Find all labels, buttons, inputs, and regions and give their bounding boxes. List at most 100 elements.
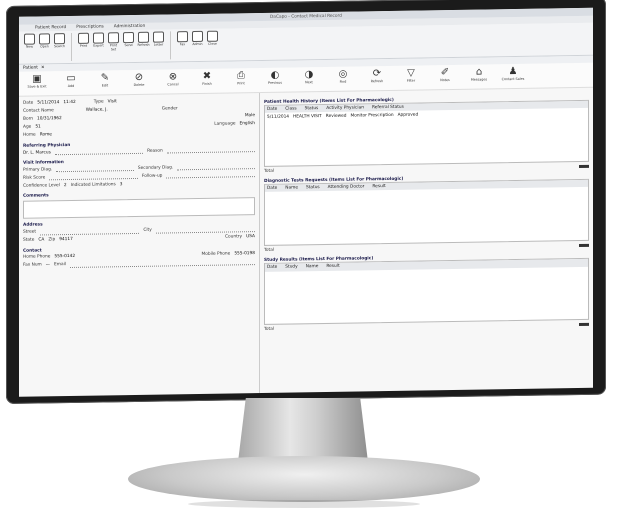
monitor-stand-base bbox=[128, 456, 480, 508]
panel3-scroll-handle[interactable] bbox=[579, 322, 589, 326]
ribbon-close-button[interactable]: Close bbox=[206, 30, 219, 59]
column-header[interactable]: Class bbox=[285, 107, 296, 112]
ribbon-fax-button[interactable]: Fax bbox=[176, 31, 189, 59]
ribbon-print-button[interactable]: Print bbox=[77, 32, 90, 61]
next-button[interactable]: ◑ Next bbox=[297, 68, 321, 90]
ribbon-open-button[interactable]: Open bbox=[38, 33, 51, 61]
contact-field[interactable]: Wallace, J. bbox=[86, 108, 108, 114]
language-field[interactable]: English bbox=[239, 122, 255, 127]
confidence-field[interactable]: 2 bbox=[64, 183, 67, 188]
panel2-grid: Date Name Status Attending Doctor Result bbox=[264, 179, 589, 247]
column-header[interactable]: Date bbox=[267, 107, 277, 112]
cancel-icon: ⊗ bbox=[168, 71, 178, 83]
column-header[interactable]: Referral Status bbox=[372, 105, 404, 111]
messages-button[interactable]: ⌂ Messages bbox=[467, 65, 491, 87]
notes-icon: ✐ bbox=[440, 67, 450, 79]
date-field[interactable]: 5/11/2014 bbox=[37, 101, 59, 107]
column-header[interactable]: Name bbox=[285, 186, 298, 191]
referring-underline bbox=[54, 148, 144, 156]
column-header[interactable]: Attending Doctor bbox=[328, 185, 365, 191]
ribbon-send-button[interactable]: Send bbox=[122, 31, 135, 60]
column-header[interactable]: Name bbox=[306, 265, 319, 270]
history-pane: Patient Health History (Items List For P… bbox=[260, 88, 593, 393]
document-tab-patient[interactable]: Patient bbox=[23, 65, 38, 70]
column-header[interactable]: Status bbox=[305, 106, 319, 111]
secondary-diag-label: Secondary Diag. bbox=[137, 165, 174, 171]
home-phone-label: Home Phone bbox=[23, 254, 51, 260]
filter-button[interactable]: ▽ Filter bbox=[399, 66, 423, 88]
ribbon-refresh-button[interactable]: Refresh bbox=[137, 31, 150, 60]
panel2-scroll-handle[interactable] bbox=[579, 243, 589, 247]
refresh-button[interactable]: ⟳ Refresh bbox=[365, 67, 389, 89]
home-phone-field[interactable]: 555-0142 bbox=[54, 254, 75, 259]
monitor-stand-neck bbox=[238, 398, 368, 462]
reason-field[interactable] bbox=[166, 146, 256, 154]
record-panes: Date 5/11/2014 11:42 Type Visit Contact … bbox=[19, 88, 593, 397]
referring-field[interactable]: Dr. L. Marcus bbox=[23, 150, 51, 156]
column-header[interactable]: Status bbox=[306, 185, 320, 190]
time-field[interactable]: 11:42 bbox=[63, 100, 75, 105]
home-field[interactable]: Rome bbox=[40, 133, 52, 138]
patient-details-pane: Date 5/11/2014 11:42 Type Visit Contact … bbox=[19, 93, 260, 397]
refresh-icon: ⟳ bbox=[372, 68, 382, 80]
ribbon-search-button[interactable]: Search bbox=[53, 33, 66, 61]
cancel-button[interactable]: ⊗ Cancel bbox=[161, 70, 185, 92]
mobile-phone-label: Mobile Phone bbox=[201, 251, 231, 258]
home-label: Home bbox=[23, 132, 36, 139]
ribbon-tab-prescriptions[interactable]: Prescriptions bbox=[76, 24, 104, 30]
notes-button[interactable]: ✐ Notes bbox=[433, 66, 457, 88]
primary-diag-field[interactable] bbox=[56, 165, 134, 173]
email-field[interactable] bbox=[69, 258, 255, 268]
contact-label: Contact Name bbox=[23, 108, 54, 115]
find-button[interactable]: ◎ Find bbox=[331, 68, 355, 90]
finish-button[interactable]: ✖ Finish bbox=[195, 70, 219, 92]
born-field[interactable]: 10/31/1962 bbox=[37, 117, 62, 123]
comments-field[interactable] bbox=[23, 197, 255, 220]
column-header[interactable]: Result bbox=[372, 184, 385, 189]
previous-button[interactable]: ◐ Previous bbox=[263, 69, 287, 91]
ribbon-print-set-button[interactable]: Print Set bbox=[107, 32, 120, 60]
column-header[interactable]: Activity Physician bbox=[326, 106, 364, 112]
email-label: Email bbox=[54, 262, 66, 268]
column-header[interactable]: Result bbox=[326, 264, 339, 269]
panel3-total-label: Total bbox=[264, 326, 275, 332]
fax-field[interactable]: — bbox=[46, 263, 50, 268]
cell-class: HEALTH VISIT bbox=[293, 113, 322, 120]
gender-field[interactable]: Male bbox=[245, 114, 255, 119]
print-button[interactable]: ⎙ Print bbox=[229, 69, 253, 91]
type-field[interactable]: Visit bbox=[108, 100, 117, 105]
contact-icon: ♟ bbox=[508, 65, 518, 78]
mobile-phone-field[interactable]: 555-0198 bbox=[234, 251, 255, 256]
contact-sales-button[interactable]: ♟ Contact Sales bbox=[501, 65, 525, 87]
panel1-scroll-handle[interactable] bbox=[579, 164, 589, 168]
state-field[interactable]: CA bbox=[38, 237, 44, 242]
ribbon-export-button[interactable]: Export bbox=[92, 32, 105, 60]
add-button[interactable]: ▭ Add bbox=[59, 72, 83, 94]
column-header[interactable]: Date bbox=[267, 186, 277, 191]
export-icon bbox=[93, 32, 104, 44]
save-exit-button[interactable]: ▣ Save & Exit bbox=[25, 72, 49, 94]
application-window: DaCapo - Contact Medical Record Patient … bbox=[19, 7, 593, 397]
ribbon-separator bbox=[71, 32, 72, 61]
delete-button[interactable]: ⊘ Delete bbox=[127, 71, 151, 93]
column-header[interactable]: Date bbox=[267, 265, 277, 270]
country-field[interactable]: USA bbox=[246, 234, 255, 239]
open-icon bbox=[39, 33, 50, 45]
ribbon-separator bbox=[170, 31, 171, 60]
messages-icon: ⌂ bbox=[475, 66, 483, 78]
limitations-field[interactable]: 3 bbox=[120, 182, 123, 187]
ribbon-tab-patient-record[interactable]: Patient Record bbox=[35, 25, 66, 31]
ribbon-tab-administration[interactable]: Administration bbox=[114, 24, 145, 30]
close-tab-icon[interactable]: ✕ bbox=[41, 65, 45, 70]
secondary-diag-field[interactable] bbox=[177, 163, 255, 171]
panel3-grid: Date Study Name Result bbox=[264, 258, 589, 326]
column-header[interactable]: Study bbox=[285, 265, 297, 270]
ribbon-admin-button[interactable]: Admin bbox=[191, 30, 204, 59]
ribbon-letter-button[interactable]: Letter bbox=[152, 31, 165, 60]
edit-button[interactable]: ✎ Edit bbox=[93, 71, 117, 93]
ribbon-new-button[interactable]: New bbox=[23, 33, 36, 62]
zip-field[interactable]: 94117 bbox=[59, 237, 73, 242]
primary-diag-label: Primary Diag. bbox=[23, 167, 53, 173]
country-label: Country bbox=[225, 234, 243, 240]
age-field[interactable]: 51 bbox=[35, 125, 40, 130]
